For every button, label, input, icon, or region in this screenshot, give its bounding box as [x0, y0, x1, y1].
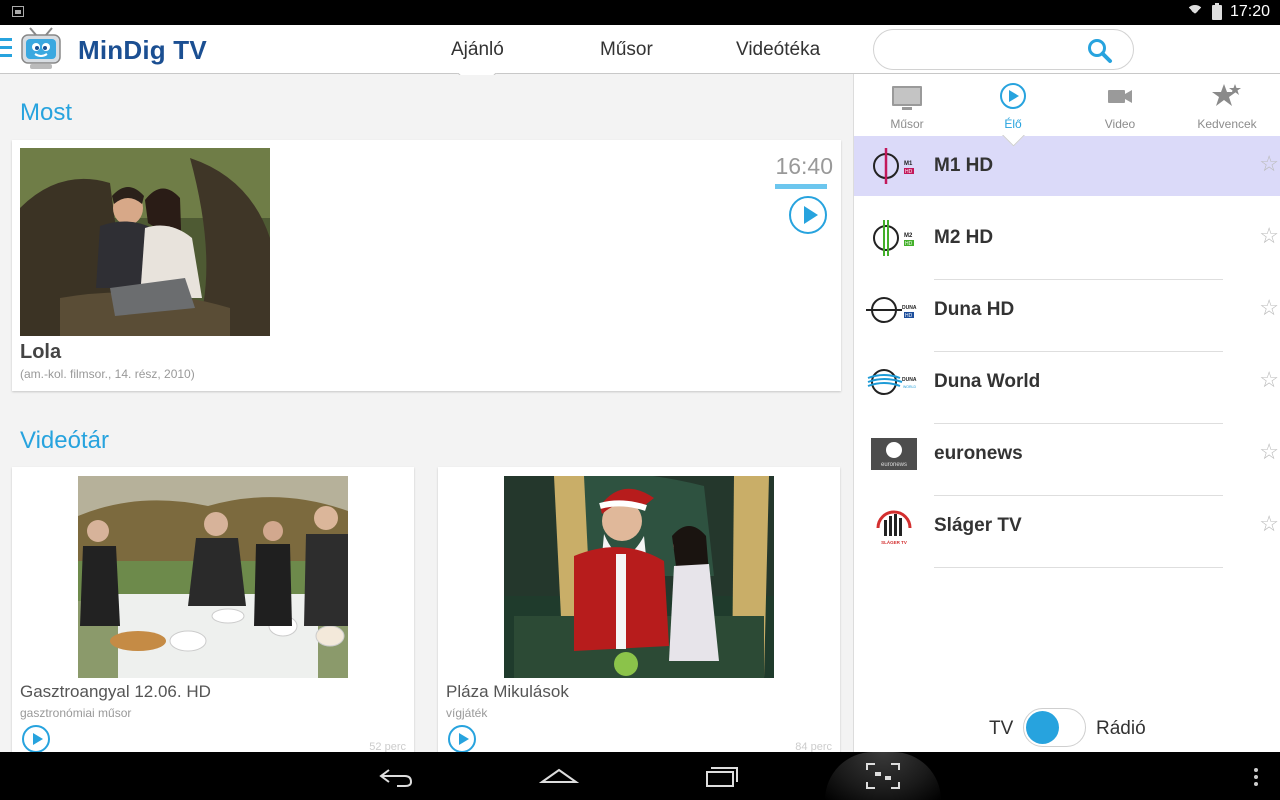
- battery-icon: [1211, 2, 1222, 20]
- screenshot-icon[interactable]: [863, 760, 903, 792]
- video-duration: 84 perc: [795, 741, 832, 752]
- wifi-icon: [1185, 5, 1204, 19]
- channel-name[interactable]: M2 HD: [934, 227, 993, 249]
- home-icon[interactable]: [539, 760, 579, 792]
- search-box[interactable]: [873, 29, 1134, 70]
- program-subtitle: (am.-kol. filmsor., 14. rész, 2010): [20, 367, 195, 381]
- recent-apps-icon[interactable]: [703, 760, 743, 792]
- m2-logo-icon: M2 HD: [873, 220, 914, 256]
- svg-text:HD: HD: [905, 169, 913, 175]
- svg-text:HD: HD: [905, 313, 913, 319]
- overflow-menu-icon[interactable]: [1254, 768, 1258, 789]
- channel-sidebar: Műsor Élő Video Kedvencek M1 HD M1 HD ☆ …: [853, 74, 1280, 752]
- tv-radio-switch[interactable]: [1023, 708, 1086, 747]
- favorite-star-icon[interactable]: ☆: [1259, 297, 1279, 319]
- video-title[interactable]: Gasztroangyal 12.06. HD: [20, 682, 211, 702]
- play-button[interactable]: [22, 725, 50, 752]
- sidebar-tab-musor[interactable]: Műsor: [854, 80, 960, 131]
- app-title: MinDig TV: [78, 35, 207, 65]
- main-content: Most Lola (am.-kol. filmsor., 14. rész, …: [0, 75, 853, 752]
- tab-ajanlo[interactable]: Ajánló: [451, 39, 504, 61]
- row-divider: [934, 567, 1223, 568]
- sidebar-tab-label: Video: [1104, 117, 1136, 131]
- channel-row[interactable]: DUNA WORLD Duna World ☆: [854, 352, 1280, 424]
- channel-row[interactable]: M1 HD M1 HD ☆: [854, 136, 1280, 196]
- channel-name[interactable]: M1 HD: [934, 155, 993, 177]
- favorites-stars-icon: [1212, 84, 1241, 106]
- sidebar-tab-elo[interactable]: Élő: [960, 80, 1066, 131]
- sidebar-tab-label: Műsor: [890, 117, 924, 131]
- duna-logo-icon: DUNA HD: [866, 297, 917, 323]
- svg-text:DUNA: DUNA: [902, 305, 917, 311]
- sidebar-tab-kedvencek[interactable]: Kedvencek: [1174, 80, 1280, 131]
- video-subtitle: vígjáték: [446, 706, 488, 720]
- channel-row[interactable]: SLÁGER TV Sláger TV ☆: [854, 496, 1280, 568]
- favorite-star-icon[interactable]: ☆: [1259, 441, 1279, 463]
- switch-knob[interactable]: [1026, 711, 1059, 744]
- section-title-now: Most: [20, 99, 73, 126]
- toggle-label-radio: Rádió: [1096, 718, 1146, 739]
- favorite-star-icon[interactable]: ☆: [1259, 369, 1279, 391]
- tv-icon: [892, 86, 922, 110]
- tab-videoteka[interactable]: Videótéka: [736, 39, 820, 61]
- video-card[interactable]: Gasztroangyal 12.06. HD gasztronómiai mű…: [12, 467, 414, 752]
- system-navigation-bar: [0, 752, 1280, 800]
- slager-tv-logo-icon: SLÁGER TV: [876, 510, 912, 545]
- search-icon[interactable]: [1087, 38, 1113, 64]
- back-icon[interactable]: [377, 760, 417, 792]
- image-notification-icon: [12, 6, 24, 17]
- now-playing-card[interactable]: Lola (am.-kol. filmsor., 14. rész, 2010)…: [12, 140, 841, 391]
- clock: 17:20: [1229, 3, 1270, 20]
- svg-text:SLÁGER TV: SLÁGER TV: [881, 539, 907, 545]
- channel-row[interactable]: DUNA HD Duna HD ☆: [854, 280, 1280, 352]
- video-camera-icon: [1108, 90, 1132, 103]
- status-icons: 17:20: [1185, 2, 1270, 21]
- play-circle-icon: [1000, 83, 1026, 109]
- channel-name[interactable]: Duna HD: [934, 299, 1014, 321]
- m1-logo-icon: M1 HD: [873, 148, 914, 184]
- sidebar-tab-video[interactable]: Video: [1067, 80, 1173, 131]
- tab-musor[interactable]: Műsor: [600, 39, 653, 61]
- app-bar: MinDig TV Ajánló Műsor Videótéka: [0, 25, 1280, 74]
- duna-world-logo-icon: DUNA WORLD: [867, 369, 917, 395]
- sidebar-tab-label: Kedvencek: [1197, 117, 1257, 131]
- svg-text:euronews: euronews: [881, 462, 907, 468]
- status-bar: 17:20: [0, 0, 1280, 25]
- play-button[interactable]: [789, 196, 827, 234]
- channel-row[interactable]: M2 HD M2 HD ☆: [854, 208, 1280, 280]
- video-thumbnail[interactable]: [78, 476, 348, 678]
- program-progress-bar: [775, 184, 827, 189]
- mindig-tv-logo-icon: [21, 27, 61, 69]
- video-thumbnail[interactable]: [504, 476, 774, 678]
- channel-name[interactable]: Sláger TV: [934, 515, 1022, 537]
- svg-text:DUNA: DUNA: [902, 377, 917, 383]
- video-subtitle: gasztronómiai műsor: [20, 706, 132, 720]
- section-title-videotar: Videótár: [20, 427, 109, 454]
- svg-text:HD: HD: [905, 241, 913, 247]
- program-time: 16:40: [775, 153, 833, 179]
- favorite-star-icon[interactable]: ☆: [1259, 153, 1279, 175]
- favorite-star-icon[interactable]: ☆: [1259, 513, 1279, 535]
- sidebar-active-tab-indicator: [1001, 135, 1025, 149]
- svg-text:M1: M1: [904, 161, 913, 167]
- channel-row[interactable]: euronews euronews ☆: [854, 424, 1280, 496]
- euronews-logo-icon: euronews: [871, 438, 917, 470]
- toggle-label-tv: TV: [989, 718, 1014, 739]
- program-thumbnail[interactable]: [20, 148, 270, 336]
- tv-radio-toggle-row: TV Rádió: [854, 706, 1280, 747]
- video-title[interactable]: Pláza Mikulások: [446, 682, 569, 702]
- menu-icon[interactable]: [0, 38, 12, 62]
- sidebar-tab-label: Élő: [1004, 117, 1022, 131]
- channel-name[interactable]: Duna World: [934, 371, 1040, 393]
- program-title[interactable]: Lola: [20, 341, 61, 364]
- search-input[interactable]: [888, 38, 1078, 62]
- video-duration: 52 perc: [369, 741, 406, 752]
- channel-name[interactable]: euronews: [934, 443, 1023, 465]
- svg-text:WORLD: WORLD: [903, 385, 917, 389]
- video-card[interactable]: Pláza Mikulások vígjáték 84 perc: [438, 467, 840, 752]
- play-button[interactable]: [448, 725, 476, 752]
- svg-text:M2: M2: [904, 233, 913, 239]
- favorite-star-icon[interactable]: ☆: [1259, 225, 1279, 247]
